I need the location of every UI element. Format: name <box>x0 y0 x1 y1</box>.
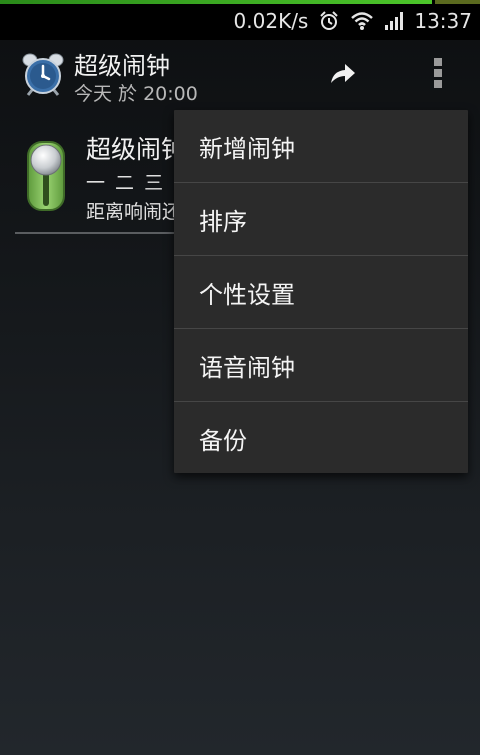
menu-item-sort[interactable]: 排序 <box>174 183 468 255</box>
alarm-clock-app-icon[interactable] <box>22 52 64 96</box>
overflow-menu-icon <box>433 57 443 93</box>
download-progress-remainder <box>435 0 480 4</box>
alarm-title: 超级闹钟 <box>86 135 187 164</box>
action-bar: 超级闹钟 今天 於 20:00 <box>0 40 480 110</box>
overflow-menu-button[interactable] <box>418 54 458 96</box>
next-alarm-subtitle: 今天 於 20:00 <box>74 83 198 105</box>
share-button[interactable] <box>320 54 366 96</box>
alarm-repeat-days: 一 二 三 <box>86 172 166 194</box>
status-right: 0.02K/s 13:37 <box>234 6 472 36</box>
menu-item-backup[interactable]: 备份 <box>174 402 468 474</box>
app-title: 超级闹钟 <box>74 52 170 80</box>
wifi-icon <box>350 11 374 31</box>
network-speed: 0.02K/s <box>233 9 309 33</box>
signal-icon <box>384 11 404 31</box>
menu-item-personal-settings[interactable]: 个性设置 <box>174 256 468 328</box>
menu-item-add-alarm[interactable]: 新增闹钟 <box>174 110 468 182</box>
download-progress-bar <box>0 0 432 4</box>
alarm-countdown: 距离响闹还 <box>86 201 182 223</box>
share-icon <box>329 61 357 89</box>
menu-item-voice-alarm[interactable]: 语音闹钟 <box>174 329 468 401</box>
alarm-toggle-switch[interactable] <box>26 140 66 212</box>
overflow-popup-menu: 新增闹钟 排序 个性设置 语音闹钟 备份 <box>174 110 468 473</box>
clock-time: 13:37 <box>414 9 472 33</box>
status-bar: 0.02K/s 13:37 <box>0 0 480 40</box>
alarm-clock-icon <box>318 10 340 32</box>
screen: 0.02K/s 13:37 超级闹钟 今天 於 20:00 超级闹钟 一 二 三… <box>0 0 480 755</box>
